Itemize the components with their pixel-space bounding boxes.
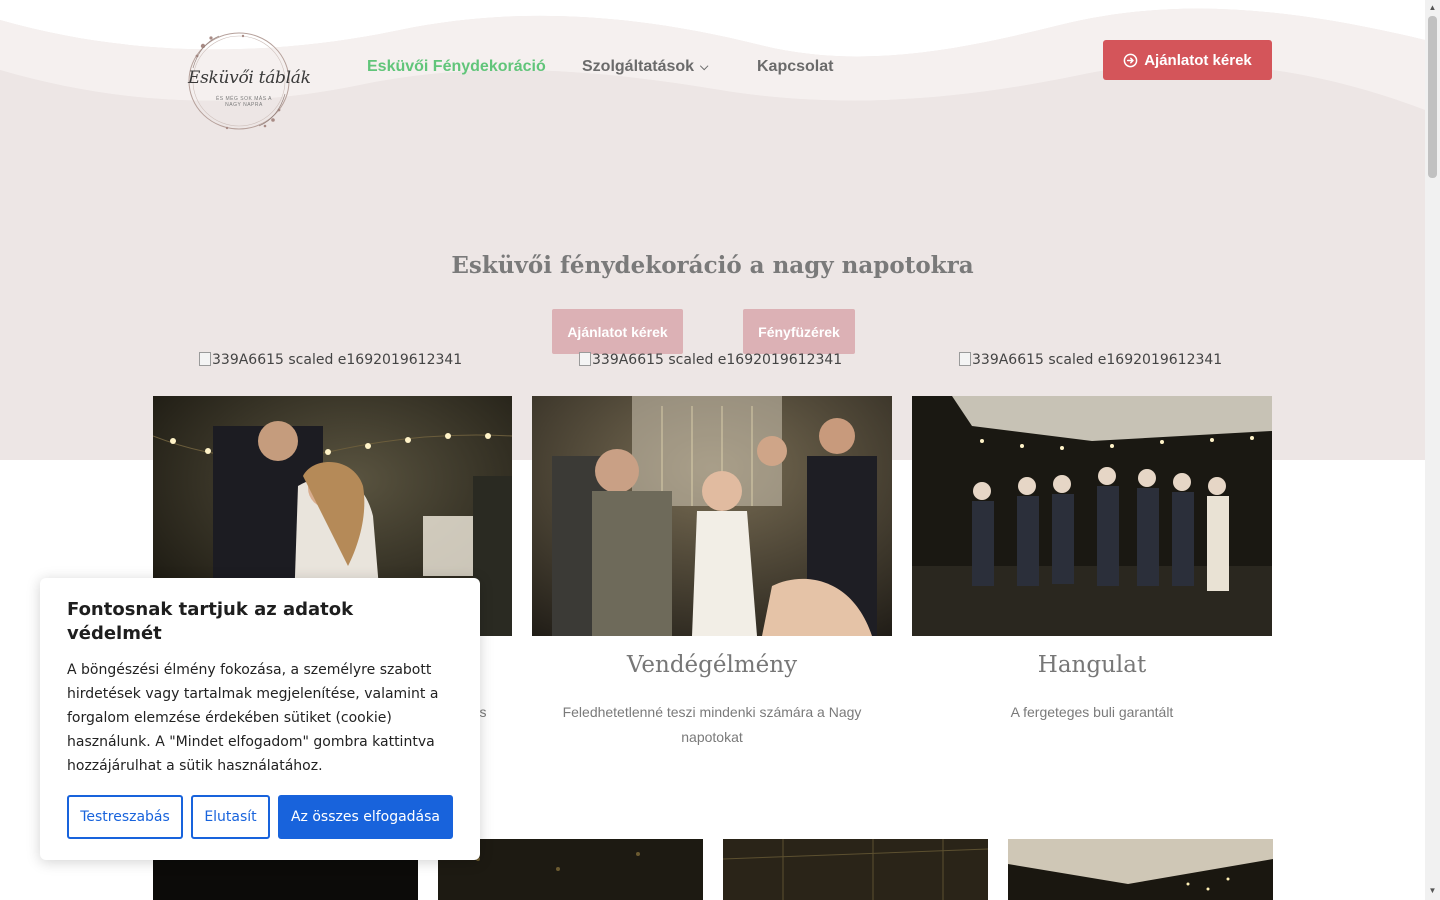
hero-title: Esküvői fénydekoráció a nagy napotokra xyxy=(451,252,974,279)
cookie-title: Fontosnak tartjuk az adatok védelmét xyxy=(67,599,354,644)
photo-gallery-3 xyxy=(723,839,988,900)
cookie-accept-all-button[interactable]: Az összes elfogadása xyxy=(278,795,453,839)
broken-image-1: 339A6615 scaled e1692019612341 xyxy=(199,352,462,368)
photo-guests-toasting xyxy=(532,396,892,636)
broken-image-icon xyxy=(959,352,971,366)
page: Esküvői táblák ÉS MÉG SOK MÁS A NAGY NAP… xyxy=(0,0,1440,900)
arrow-circle-right-icon xyxy=(1123,53,1138,67)
chevron-down-icon[interactable]: ⌵ xyxy=(700,61,708,74)
logo-text: Esküvői táblák xyxy=(188,68,311,88)
cookie-reject-button[interactable]: Elutasít xyxy=(191,795,270,839)
column-text-vendegelmeny: Feledhetetlenné teszi mindenki számára a… xyxy=(562,704,862,745)
logo-subtext: ÉS MÉG SOK MÁS A NAGY NAPRA xyxy=(215,96,273,108)
photo-gallery-4 xyxy=(1008,839,1273,900)
broken-image-icon xyxy=(199,352,211,366)
cookie-consent-banner: Fontosnak tartjuk az adatok védelmét A b… xyxy=(40,578,480,860)
hero-quote-button[interactable]: Ajánlatot kérek xyxy=(552,309,683,354)
scroll-up-icon[interactable]: ▲ xyxy=(1428,3,1437,12)
hero-light-strings-button[interactable]: Fényfüzérek xyxy=(743,309,855,354)
column-title-hangulat: Hangulat xyxy=(1037,652,1147,678)
scrollbar-thumb[interactable] xyxy=(1428,16,1437,178)
broken-image-2: 339A6615 scaled e1692019612341 xyxy=(579,352,842,368)
nav-item-kapcsolat[interactable]: Kapcsolat xyxy=(757,58,833,76)
cookie-customize-button[interactable]: Testreszabás xyxy=(67,795,183,839)
photo-party-dancing xyxy=(912,396,1272,636)
broken-image-3: 339A6615 scaled e1692019612341 xyxy=(959,352,1222,368)
nav-item-fenydekoracio[interactable]: Esküvői Fénydekoráció xyxy=(367,58,546,76)
scroll-down-icon[interactable]: ▼ xyxy=(1428,886,1437,895)
cookie-description: A böngészési élmény fokozása, a személyr… xyxy=(67,662,439,774)
broken-image-icon xyxy=(579,352,591,366)
broken-image-alt: 339A6615 scaled e1692019612341 xyxy=(592,352,843,368)
broken-image-alt: 339A6615 scaled e1692019612341 xyxy=(212,352,463,368)
column-text-hangulat: A fergeteges buli garantált xyxy=(1010,704,1174,720)
nav-label: Szolgáltatások xyxy=(582,58,695,75)
request-quote-button[interactable]: Ajánlatot kérek xyxy=(1103,40,1272,80)
nav-label: Esküvői Fénydekoráció xyxy=(367,58,546,75)
nav-item-szolgaltatasok[interactable]: Szolgáltatások ⌵ xyxy=(582,58,708,76)
column-title-vendegelmeny: Vendégélmény xyxy=(626,652,798,678)
page-scrollbar[interactable]: ▲ ▼ xyxy=(1425,0,1440,900)
request-quote-label: Ajánlatot kérek xyxy=(1144,51,1252,69)
broken-image-alt: 339A6615 scaled e1692019612341 xyxy=(972,352,1223,368)
nav-label: Kapcsolat xyxy=(757,58,834,75)
